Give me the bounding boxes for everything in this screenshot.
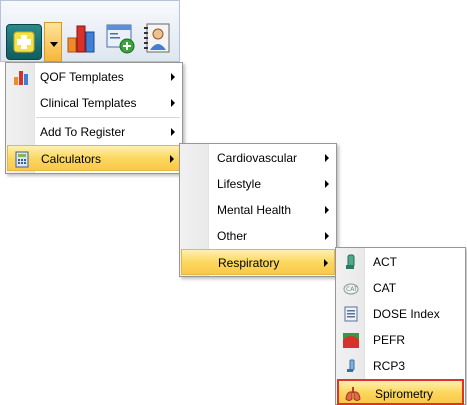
menu-item-add-to-register[interactable]: Add To Register xyxy=(7,119,181,145)
submenu-arrow-icon xyxy=(171,99,175,107)
menu-item-other[interactable]: Other xyxy=(181,223,335,249)
svg-text:CAT: CAT xyxy=(346,286,358,293)
menu-item-label: ACT xyxy=(373,255,397,269)
inhaler-icon xyxy=(346,254,355,269)
form-icon xyxy=(344,306,358,322)
new-form-button[interactable] xyxy=(104,22,136,54)
submenu-arrow-icon xyxy=(325,232,329,240)
menu-item-dose-index[interactable]: DOSE Index xyxy=(337,301,464,327)
menu-separator xyxy=(36,117,180,118)
add-icon xyxy=(13,31,35,53)
submenu-arrow-icon xyxy=(171,128,175,136)
add-form-icon xyxy=(106,24,135,54)
menu-item-mental-health[interactable]: Mental Health xyxy=(181,197,335,223)
calculator-icon xyxy=(15,151,29,168)
menu-item-label: CAT xyxy=(373,281,397,295)
main-dropdown-menu: QOF Templates Clinical Templates Add To … xyxy=(5,62,183,174)
menu-item-qof-templates[interactable]: QOF Templates xyxy=(7,64,181,90)
menu-item-spirometry[interactable]: Spirometry xyxy=(337,379,464,405)
dropdown-button[interactable] xyxy=(44,22,62,62)
menu-item-label: Respiratory xyxy=(218,256,280,270)
dropdown-arrow-icon xyxy=(50,42,58,47)
menu-item-label: RCP3 xyxy=(373,359,406,373)
lungs-icon xyxy=(345,387,361,401)
menu-item-label: Add To Register xyxy=(40,125,126,139)
contacts-icon xyxy=(144,23,170,53)
submenu-arrow-icon xyxy=(325,180,329,188)
contacts-button[interactable] xyxy=(142,22,174,54)
menu-item-respiratory[interactable]: Respiratory xyxy=(181,249,335,275)
submenu-arrow-icon xyxy=(324,259,328,267)
menu-item-label: Cardiovascular xyxy=(217,151,298,165)
menu-item-clinical-templates[interactable]: Clinical Templates xyxy=(7,90,181,116)
menu-item-label: PEFR xyxy=(373,333,406,347)
menu-item-calculators[interactable]: Calculators xyxy=(7,145,181,171)
menu-item-pefr[interactable]: PEFR xyxy=(337,327,464,353)
menu-item-cat[interactable]: CAT CAT xyxy=(337,275,464,301)
menu-item-act[interactable]: ACT xyxy=(337,249,464,275)
submenu-arrow-icon xyxy=(325,154,329,162)
menu-item-label: Spirometry xyxy=(375,387,434,401)
menu-item-label: Calculators xyxy=(41,152,102,166)
add-button[interactable] xyxy=(6,24,42,60)
menu-item-label: Lifestyle xyxy=(217,177,262,191)
menu-item-cardiovascular[interactable]: Cardiovascular xyxy=(181,145,335,171)
menu-item-label: Clinical Templates xyxy=(40,96,137,110)
menu-item-label: DOSE Index xyxy=(373,307,440,321)
inhaler-small-icon xyxy=(347,359,355,372)
menu-item-rcp3[interactable]: RCP3 xyxy=(337,353,464,379)
respiratory-submenu: ACT CAT CAT DOSE Index PEFR RCP3 Spirome… xyxy=(335,247,466,405)
reports-button[interactable] xyxy=(66,22,98,54)
submenu-arrow-icon xyxy=(325,206,329,214)
menu-item-label: Mental Health xyxy=(217,203,292,217)
menu-item-lifestyle[interactable]: Lifestyle xyxy=(181,171,335,197)
menu-item-label: QOF Templates xyxy=(40,70,124,84)
submenu-arrow-icon xyxy=(170,155,174,163)
calculators-submenu: Cardiovascular Lifestyle Mental Health O… xyxy=(179,143,337,277)
menu-item-label: Other xyxy=(217,229,248,243)
submenu-arrow-icon xyxy=(171,73,175,81)
bar-chart-icon xyxy=(14,71,28,85)
pefr-chart-icon xyxy=(343,333,359,348)
cat-icon: CAT xyxy=(343,283,359,295)
bar-chart-icon xyxy=(67,25,95,53)
